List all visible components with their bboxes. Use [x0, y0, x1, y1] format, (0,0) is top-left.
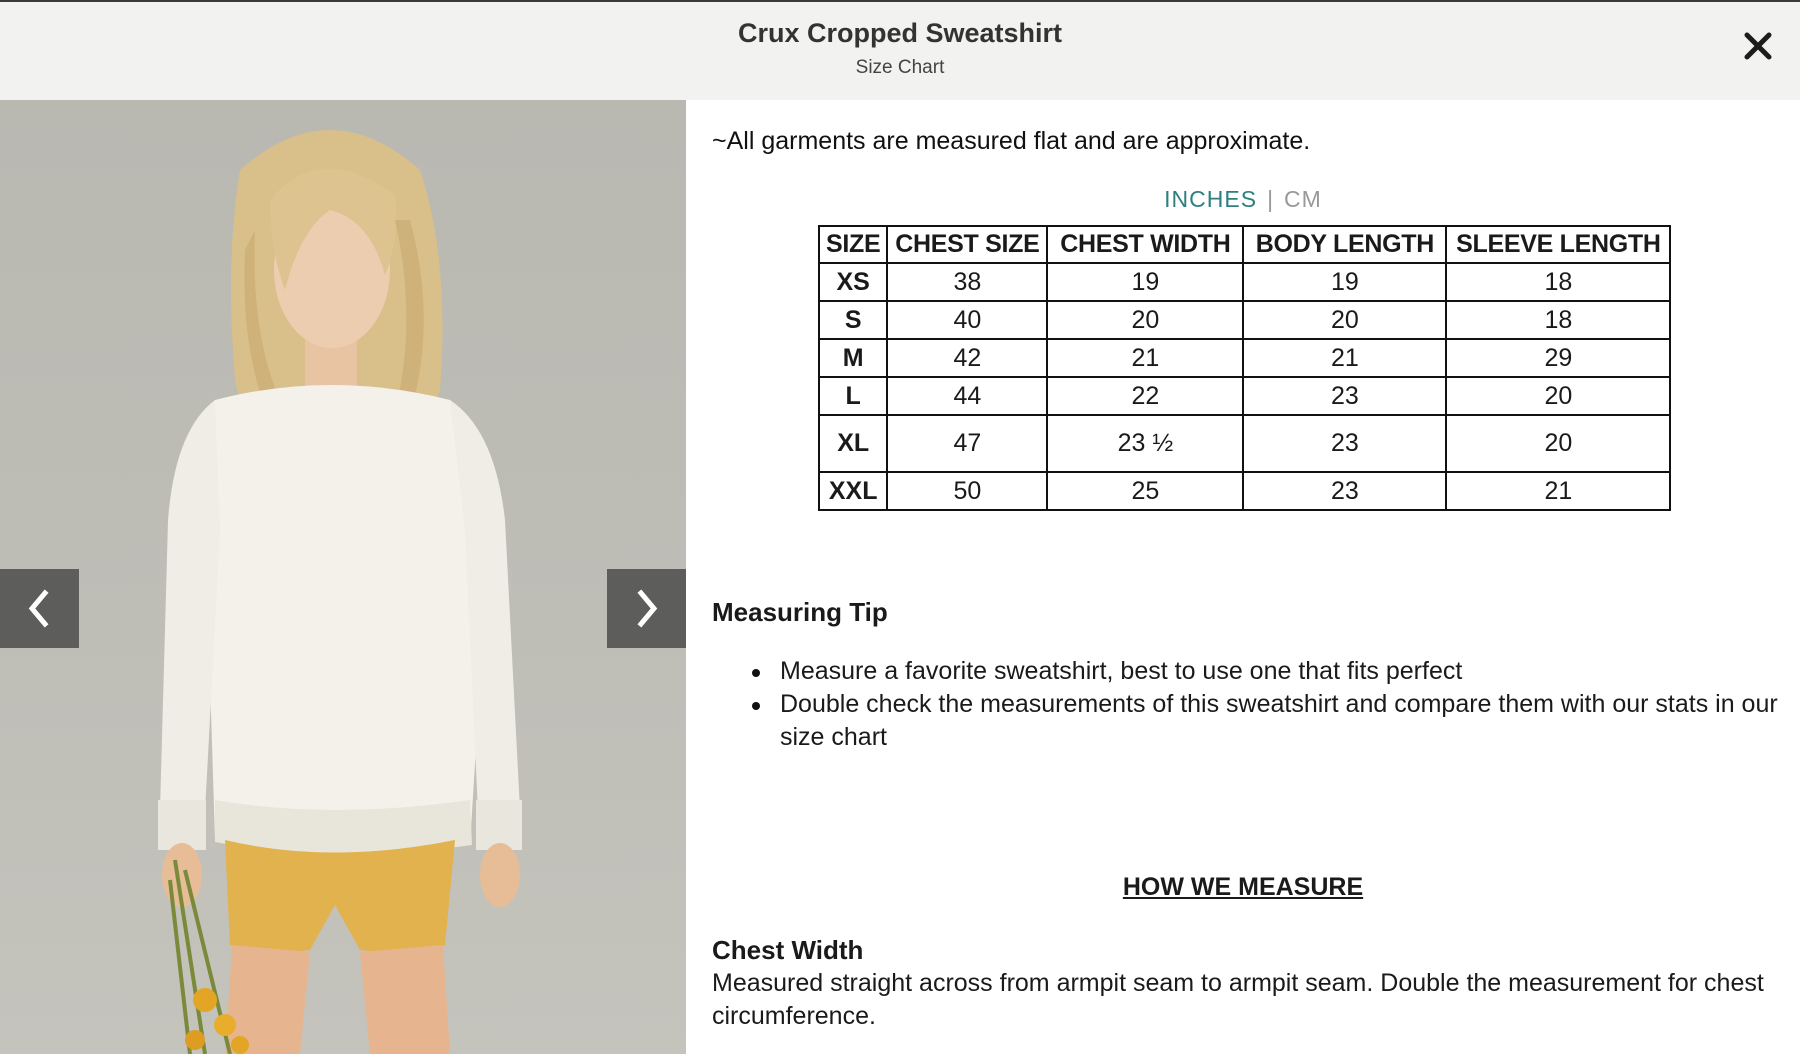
table-cell: 23	[1242, 414, 1448, 473]
table-cell: 23 ½	[1046, 414, 1245, 473]
table-cell: 20	[1242, 300, 1448, 340]
unit-toggle: INCHES | CM	[686, 186, 1800, 213]
measuring-tip-heading: Measuring Tip	[712, 597, 888, 627]
table-row: L 44 22 23 20	[817, 376, 1672, 416]
table-cell: 21	[1046, 338, 1245, 378]
table-cell: 25	[1046, 471, 1245, 511]
top-divider	[0, 0, 1800, 2]
list-item: Measure a favorite sweatshirt, best to u…	[752, 655, 1780, 688]
table-cell: 50	[886, 471, 1049, 511]
product-title: Crux Cropped Sweatshirt	[737, 18, 1063, 48]
how-we-measure-heading: HOW WE MEASURE	[1122, 873, 1364, 901]
table-row: XXL 50 25 23 21	[817, 471, 1672, 511]
modal-header: Crux Cropped Sweatshirt Size Chart	[0, 0, 1800, 100]
table-row: M 42 21 21 29	[817, 338, 1672, 378]
table-row: S 40 20 20 18	[817, 300, 1672, 340]
table-cell: 20	[1046, 300, 1245, 340]
size-table: SIZE CHEST SIZE CHEST WIDTH BODY LENGTH …	[817, 225, 1672, 511]
size-chart-content: ~All garments are measured flat and are …	[686, 100, 1800, 1054]
product-photo	[0, 100, 686, 1054]
measurement-note: ~All garments are measured flat and are …	[712, 127, 1311, 155]
model-illustration	[158, 130, 522, 1054]
size-cell: M	[817, 338, 889, 378]
size-cell: L	[817, 376, 889, 416]
list-item: Double check the measurements of this sw…	[752, 688, 1780, 754]
column-header: SIZE	[817, 225, 889, 264]
unit-separator: |	[1267, 186, 1275, 212]
column-header: BODY LENGTH	[1242, 225, 1448, 264]
close-icon	[1744, 32, 1772, 60]
chevron-right-icon	[637, 589, 658, 628]
table-row: XS 38 19 19 18	[817, 262, 1672, 302]
table-cell: 23	[1242, 471, 1448, 511]
table-header-row: SIZE CHEST SIZE CHEST WIDTH BODY LENGTH …	[817, 225, 1672, 264]
close-button[interactable]	[1738, 26, 1778, 66]
next-image-button[interactable]	[607, 569, 686, 648]
column-header: CHEST SIZE	[886, 225, 1049, 264]
chevron-left-icon	[28, 589, 49, 628]
table-cell: 18	[1445, 300, 1672, 340]
unit-inches-option[interactable]: INCHES	[1164, 186, 1257, 212]
table-row: XL 47 23 ½ 23 20	[817, 414, 1672, 473]
chest-width-heading: Chest Width	[712, 935, 864, 965]
table-cell: 20	[1445, 376, 1672, 416]
size-cell: XS	[817, 262, 889, 302]
table-cell: 29	[1445, 338, 1672, 378]
table-cell: 23	[1242, 376, 1448, 416]
size-cell: XL	[817, 414, 889, 473]
unit-cm-option[interactable]: CM	[1284, 186, 1322, 212]
size-cell: XXL	[817, 471, 889, 511]
table-cell: 21	[1242, 338, 1448, 378]
modal-subtitle: Size Chart	[855, 57, 945, 78]
column-header: SLEEVE LENGTH	[1445, 225, 1672, 264]
size-cell: S	[817, 300, 889, 340]
measuring-tip-list: Measure a favorite sweatshirt, best to u…	[752, 655, 1780, 754]
table-cell: 47	[886, 414, 1049, 473]
table-cell: 20	[1445, 414, 1672, 473]
table-cell: 40	[886, 300, 1049, 340]
chest-width-description: Measured straight across from armpit sea…	[712, 969, 1764, 1030]
table-cell: 42	[886, 338, 1049, 378]
table-cell: 18	[1445, 262, 1672, 302]
column-header: CHEST WIDTH	[1046, 225, 1245, 264]
previous-image-button[interactable]	[0, 569, 79, 648]
table-cell: 21	[1445, 471, 1672, 511]
table-cell: 44	[886, 376, 1049, 416]
table-cell: 19	[1242, 262, 1448, 302]
table-cell: 19	[1046, 262, 1245, 302]
table-cell: 38	[886, 262, 1049, 302]
table-cell: 22	[1046, 376, 1245, 416]
